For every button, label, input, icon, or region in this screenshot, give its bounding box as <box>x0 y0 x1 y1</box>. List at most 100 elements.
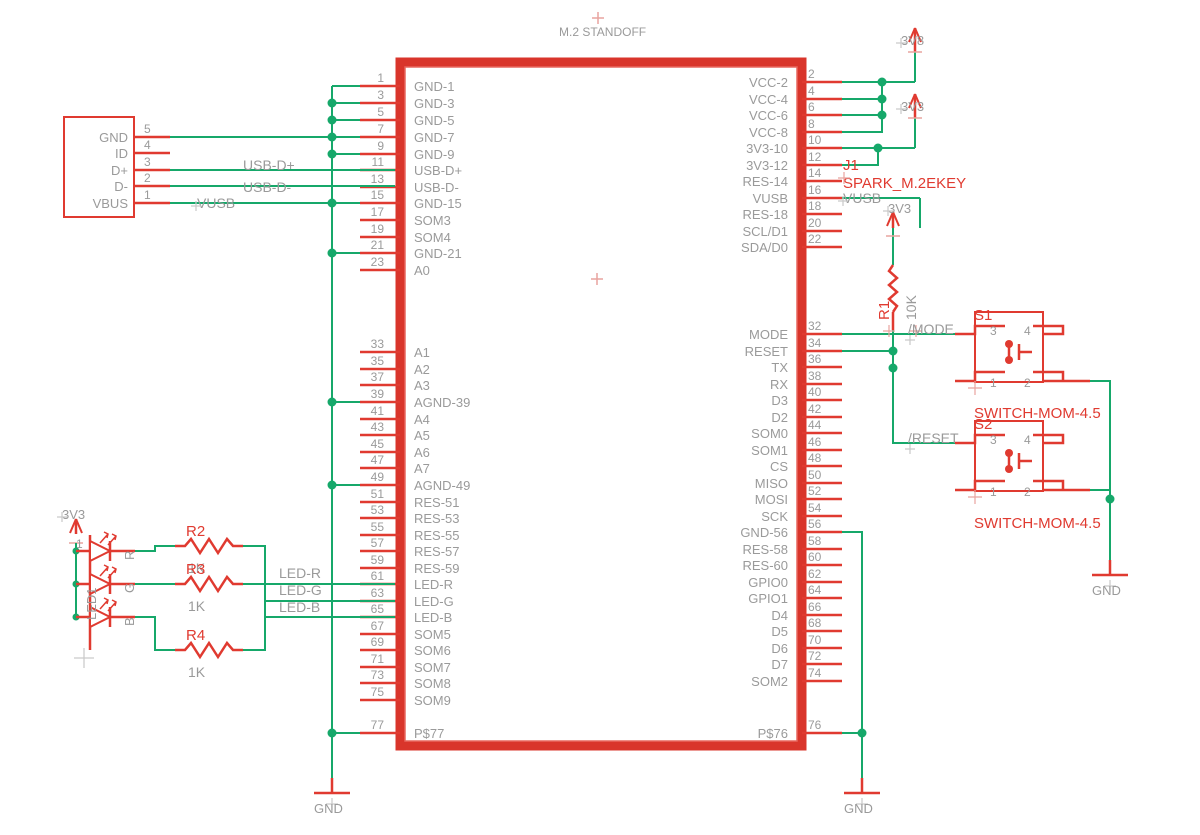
j1-right-pin-name-54: SCK <box>761 509 788 524</box>
j1-left-pin-name-17: SOM3 <box>414 213 451 228</box>
gnd-bus-left <box>331 85 395 790</box>
j1-right-pin-name-66: D4 <box>771 608 788 623</box>
j1-right-pin-num-34: 34 <box>808 336 822 350</box>
j1-left-pin-name-63: LED-G <box>414 594 454 609</box>
j1-right-pin-num-36: 36 <box>808 352 822 366</box>
j1-left-pin-num-47: 47 <box>371 453 385 467</box>
usb-pin-num-2: 2 <box>144 171 151 185</box>
j1-left-pin-num-15: 15 <box>371 188 385 202</box>
j1-left-pin-num-65: 65 <box>371 602 385 616</box>
j1-right-pin-name-76: P$76 <box>758 726 788 741</box>
j1-left-pin-name-45: A6 <box>414 445 430 460</box>
j1-left-pin-name-59: RES-59 <box>414 561 460 576</box>
j1-left-pin-num-45: 45 <box>371 437 385 451</box>
r1-resistor <box>886 211 900 351</box>
gnd-label-center: GND <box>844 801 873 816</box>
j1-right-pin-num-10: 10 <box>808 133 822 147</box>
s1-switch-symbol: 3 4 1 2 S1 SWITCH-MOM-4.5 <box>955 307 1101 422</box>
net-label-reset: /RESET <box>908 430 959 446</box>
schematic-canvas: 1 3 5 7 9 11 13 15 17 19 21 23 33 35 37 39 41 43 45 47 49 51 5… <box>0 0 1200 835</box>
s1-pin-4: 4 <box>1024 324 1031 338</box>
j1-right-pin-num-64: 64 <box>808 583 822 597</box>
j1-left-pin-name-33: A1 <box>414 345 430 360</box>
j1-right-pin-name-48: CS <box>770 459 788 474</box>
j1-right-pin-name-62: GPIO0 <box>748 575 788 590</box>
usb-pin-name-4: ID <box>115 146 128 161</box>
j1-right-pin-num-56: 56 <box>808 517 822 531</box>
j1-left-pin-num-7: 7 <box>377 122 384 136</box>
j1-right-pin-num-18: 18 <box>808 199 822 213</box>
j1-left-pin-name-71: SOM7 <box>414 660 451 675</box>
j1-right-pin-num-8: 8 <box>808 117 815 131</box>
j1-right-pin-num-62: 62 <box>808 567 822 581</box>
net-label-vusb-right: VUSB <box>843 190 881 206</box>
j1-right-pin-name-38: RX <box>770 377 788 392</box>
j1-right-pin-name-34: RESET <box>745 344 788 359</box>
net-label-vusb-left: VUSB <box>197 195 235 211</box>
j1-left-pin-num-49: 49 <box>371 470 385 484</box>
j1-right-pin-name-64: GPIO1 <box>748 591 788 606</box>
s1-pin-2: 2 <box>1024 376 1031 390</box>
j1-right-pin-name-68: D5 <box>771 624 788 639</box>
usb-pin-num-3: 3 <box>144 155 151 169</box>
power-label-3v3-top: 3V3 <box>901 99 924 114</box>
j1-left-pin-name-41: A4 <box>414 412 430 427</box>
j1-right-pin-num-72: 72 <box>808 649 822 663</box>
j1-right-pin-num-54: 54 <box>808 501 822 515</box>
r4-value: 1K <box>188 664 206 680</box>
j1-right-pin-name-70: D6 <box>771 641 788 656</box>
j1-right-pin-num-46: 46 <box>808 435 822 449</box>
j1-right-pin-num-70: 70 <box>808 633 822 647</box>
j1-right-pin-num-20: 20 <box>808 216 822 230</box>
j1-right-pin-num-42: 42 <box>808 402 822 416</box>
j1-right-pin-num-58: 58 <box>808 534 822 548</box>
j1-left-pin-name-73: SOM8 <box>414 676 451 691</box>
j1-left-pin-num-43: 43 <box>371 420 385 434</box>
j1-right-pin-name-44: SOM0 <box>751 426 788 441</box>
j1-left-pin-num-57: 57 <box>371 536 385 550</box>
mode-reset-wires <box>842 333 955 444</box>
j1-left-pin-name-61: LED-R <box>414 577 453 592</box>
j1-right-pin-num-38: 38 <box>808 369 822 383</box>
r1-value: 10K <box>903 294 919 320</box>
j1-left-pin-num-55: 55 <box>371 520 385 534</box>
j1-left-pin-num-59: 59 <box>371 553 385 567</box>
j1-left-pin-name-5: GND-5 <box>414 113 454 128</box>
j1-ref: J1 <box>843 157 859 174</box>
usb-pin-name-1: VBUS <box>93 196 129 211</box>
j1-left-pin-num-9: 9 <box>377 139 384 153</box>
j1-left-pin-name-51: RES-51 <box>414 495 460 510</box>
j1-right-pin-num-22: 22 <box>808 232 822 246</box>
j1-left-pin-name-21: GND-21 <box>414 246 462 261</box>
s2-ref: S2 <box>974 416 992 433</box>
j1-left-pin-num-71: 71 <box>371 652 385 666</box>
j1-left-pin-name-69: SOM6 <box>414 643 451 658</box>
usb-pin-name-2: D- <box>114 179 128 194</box>
r1-ref: R1 <box>876 301 893 320</box>
net-label-led-b: LED-B <box>279 599 320 615</box>
usb-pin-numbers: 5 4 3 2 1 <box>144 122 151 202</box>
j1-right-pin-name-74: SOM2 <box>751 674 788 689</box>
j1-left-pin-name-43: A5 <box>414 428 430 443</box>
gnd-label-left: GND <box>314 801 343 816</box>
j1-right-pin-num-52: 52 <box>808 484 822 498</box>
j1-right-pin-name-4: VCC-4 <box>749 92 788 107</box>
j1-left-pin-num-13: 13 <box>371 172 385 186</box>
j1-left-pin-num-69: 69 <box>371 635 385 649</box>
net-label-led-r: LED-R <box>279 565 321 581</box>
r4-resistor: R4 1K <box>135 616 266 680</box>
j1-right-pin-num-32: 32 <box>808 319 822 333</box>
j1-left-pin-name-7: GND-7 <box>414 130 454 145</box>
usb-pin-num-5: 5 <box>144 122 151 136</box>
j1-right-pin-num-14: 14 <box>808 166 822 180</box>
s2-pin-3: 3 <box>990 433 997 447</box>
j1-right-pin-num-12: 12 <box>808 150 822 164</box>
j1-right-pin-num-16: 16 <box>808 183 822 197</box>
r3-value: 1K <box>188 598 206 614</box>
j1-right-pin-name-58: RES-58 <box>742 542 788 557</box>
j1-left-pin-num-63: 63 <box>371 586 385 600</box>
j1-left-pin-name-39: AGND-39 <box>414 395 470 410</box>
j1-left-pin-num-19: 19 <box>371 222 385 236</box>
j1-left-pin-num-67: 67 <box>371 619 385 633</box>
j1-right-pin-name-20: SCL/D1 <box>742 224 788 239</box>
